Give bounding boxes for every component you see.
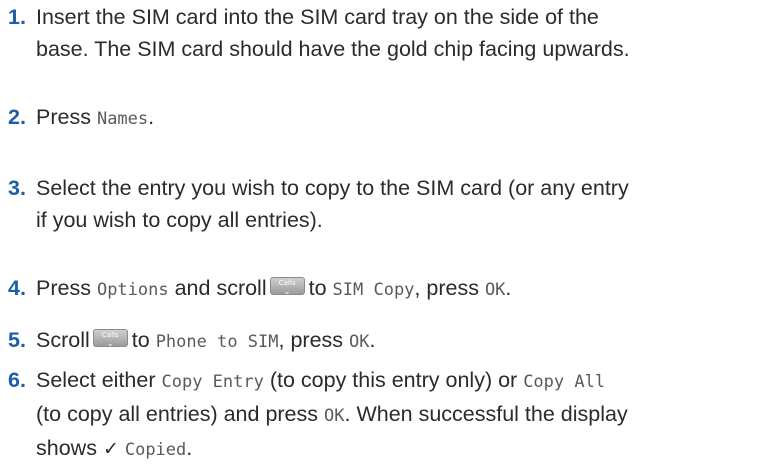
step-number: 5. [8,328,26,352]
lcd-text-copy-all: Copy All [523,372,606,392]
lcd-text-ok: OK [484,280,506,300]
step-text: Insert the SIM card into the SIM card tr… [36,1,771,65]
step-number: 3. [8,176,26,200]
lcd-text-copy-entry: Copy Entry [161,372,264,392]
step-text-line: (to copy all entries) and press OK. When… [36,402,628,426]
step-text-line: Select either Copy Entry (to copy this e… [36,368,606,392]
step-text-line: Select the entry you wish to copy to the… [36,176,629,200]
calls-scroll-key-icon: Calls ⌄ [92,329,128,348]
step-number: 4. [8,276,26,300]
lcd-text-phone-to-sim: Phone to SIM [155,332,279,352]
chevron-down-icon: ⌄ [106,339,114,348]
step-text-line: if you wish to copy all entries). [36,208,323,232]
chevron-down-icon: ⌄ [283,287,291,296]
step-text: Press Options and scroll Calls ⌄ to SIM Cop… [36,276,512,300]
step-text-line: shows ✓ Copied. [36,436,193,460]
lcd-text-ok: OK [324,406,345,426]
step-text: Press Names. [36,105,155,129]
step-text: Select the entry you wish to copy to the… [36,172,771,236]
lcd-text-options: Options [96,280,169,300]
lcd-text-sim-copy: SIM Copy [332,280,415,300]
step-number: 2. [8,105,26,129]
step-text-line: Insert the SIM card into the SIM card tr… [36,5,599,29]
step-text: Scroll Calls ⌄ to Phone to SIM, press OK. [36,328,376,352]
step-text: Select either Copy Entry (to copy this e… [36,364,771,466]
step-number: 6. [8,368,26,392]
lcd-text-copied: Copied [124,440,187,460]
step-text-line: base. The SIM card should have the gold … [36,37,630,61]
step-number: 1. [8,5,26,29]
calls-scroll-key-icon: Calls ⌄ [269,277,305,296]
checkmark-icon: ✓ [102,438,119,460]
lcd-text-ok: OK [349,332,370,352]
lcd-text-names: Names [96,109,149,129]
